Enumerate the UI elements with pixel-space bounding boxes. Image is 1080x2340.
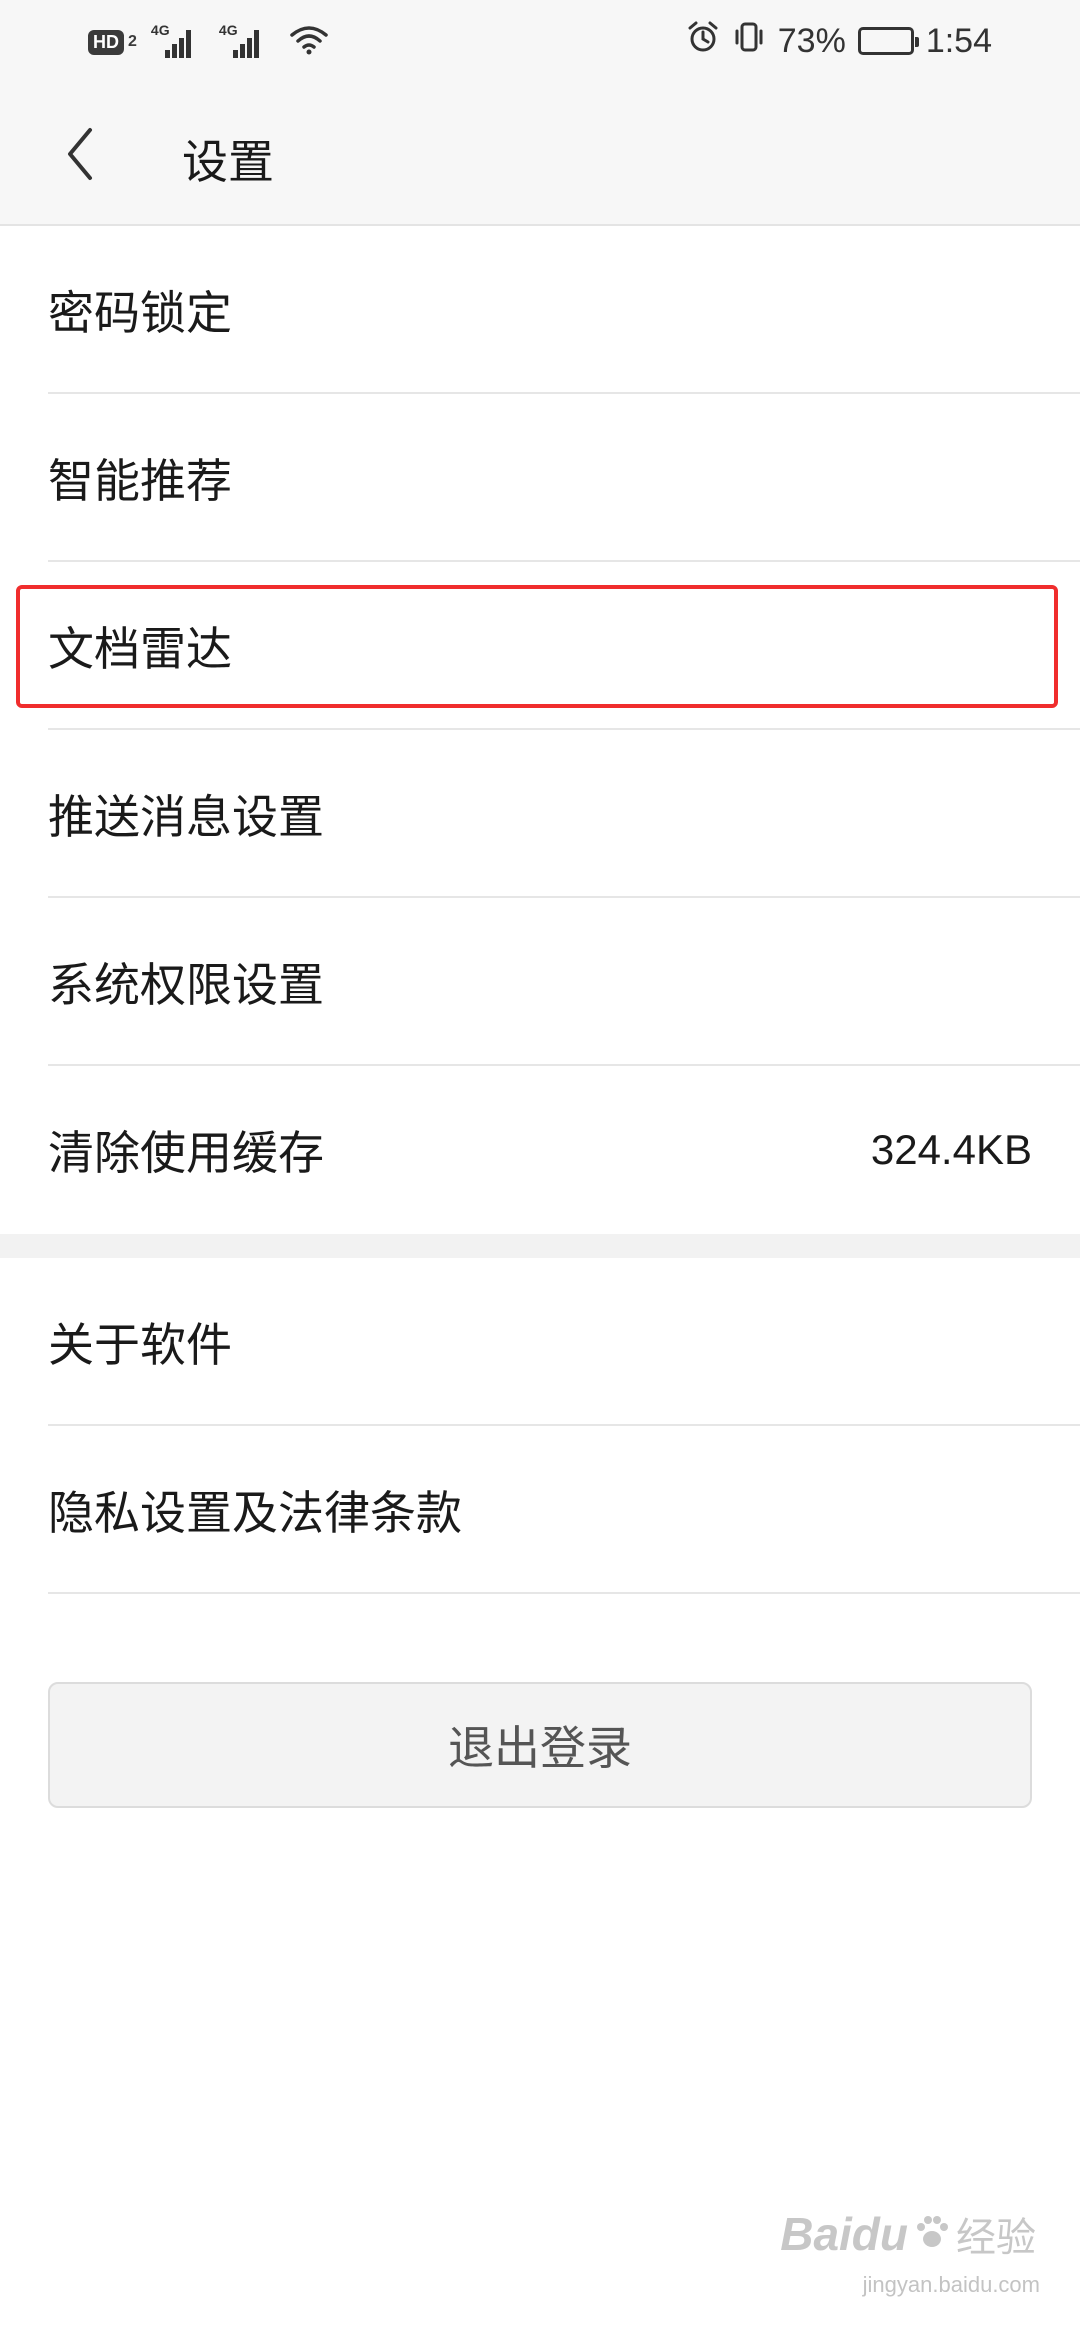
chevron-left-icon — [68, 128, 92, 180]
clock-time: 1:54 — [925, 21, 992, 60]
settings-item-label: 系统权限设置 — [48, 958, 324, 1012]
settings-item-label: 隐私设置及法律条款 — [48, 1486, 462, 1540]
watermark-url: jingyan.baidu.com — [862, 2272, 1040, 2297]
logout-button[interactable]: 退出登录 — [48, 1682, 1032, 1808]
settings-item-label: 清除使用缓存 — [48, 1126, 324, 1180]
hd-voice-icon: HD — [88, 29, 124, 55]
settings-item-label: 文档雷达 — [48, 622, 232, 676]
cellular-signal-icon-1: 4G — [151, 22, 191, 58]
cellular-signal-icon-2: 4G — [219, 22, 259, 58]
settings-item-push-notifications[interactable]: 推送消息设置 — [0, 730, 1080, 898]
cache-size-value: 324.4KB — [870, 1126, 1032, 1173]
settings-item-system-permissions[interactable]: 系统权限设置 — [0, 898, 1080, 1066]
divider — [48, 1592, 1080, 1594]
navigation-bar: 设置 — [0, 84, 1080, 226]
page-title: 设置 — [182, 135, 274, 189]
watermark-brand: Baidu — [780, 2208, 908, 2260]
settings-item-privacy-legal[interactable]: 隐私设置及法律条款 — [0, 1426, 1080, 1594]
settings-item-label: 推送消息设置 — [48, 790, 324, 844]
network-type-label-2: 4G — [218, 22, 238, 38]
status-right: 73% 1:54 — [686, 18, 992, 64]
settings-item-clear-cache[interactable]: 清除使用缓存 324.4KB — [0, 1066, 1080, 1234]
settings-item-password-lock[interactable]: 密码锁定 — [0, 226, 1080, 394]
back-button[interactable] — [40, 114, 120, 194]
alarm-icon — [686, 20, 720, 63]
settings-list: 密码锁定 智能推荐 文档雷达 推送消息设置 系统权限设置 清除使用缓存 324.… — [0, 226, 1080, 1594]
settings-item-label: 密码锁定 — [48, 286, 232, 340]
battery-percent: 73% — [777, 21, 846, 60]
baidu-watermark: Baidu 经验 — [780, 2205, 1036, 2263]
watermark-suffix: 经验 — [956, 2215, 1036, 2261]
section-separator — [0, 1234, 1080, 1258]
settings-item-label: 智能推荐 — [48, 454, 232, 508]
status-bar: HD 2 4G 4G 73% 1:54 — [0, 0, 1080, 84]
paw-icon — [912, 2212, 952, 2257]
settings-item-smart-recommend[interactable]: 智能推荐 — [0, 394, 1080, 562]
wifi-icon — [289, 24, 329, 60]
settings-item-document-radar[interactable]: 文档雷达 — [0, 562, 1080, 730]
hd-voice-sim-number: 2 — [128, 33, 137, 50]
settings-item-about[interactable]: 关于软件 — [0, 1258, 1080, 1426]
vibrate-icon — [732, 20, 766, 63]
network-type-label-1: 4G — [150, 22, 170, 38]
status-left: HD 2 4G 4G — [88, 22, 329, 62]
settings-item-label: 关于软件 — [48, 1318, 232, 1372]
battery-icon — [857, 27, 919, 55]
